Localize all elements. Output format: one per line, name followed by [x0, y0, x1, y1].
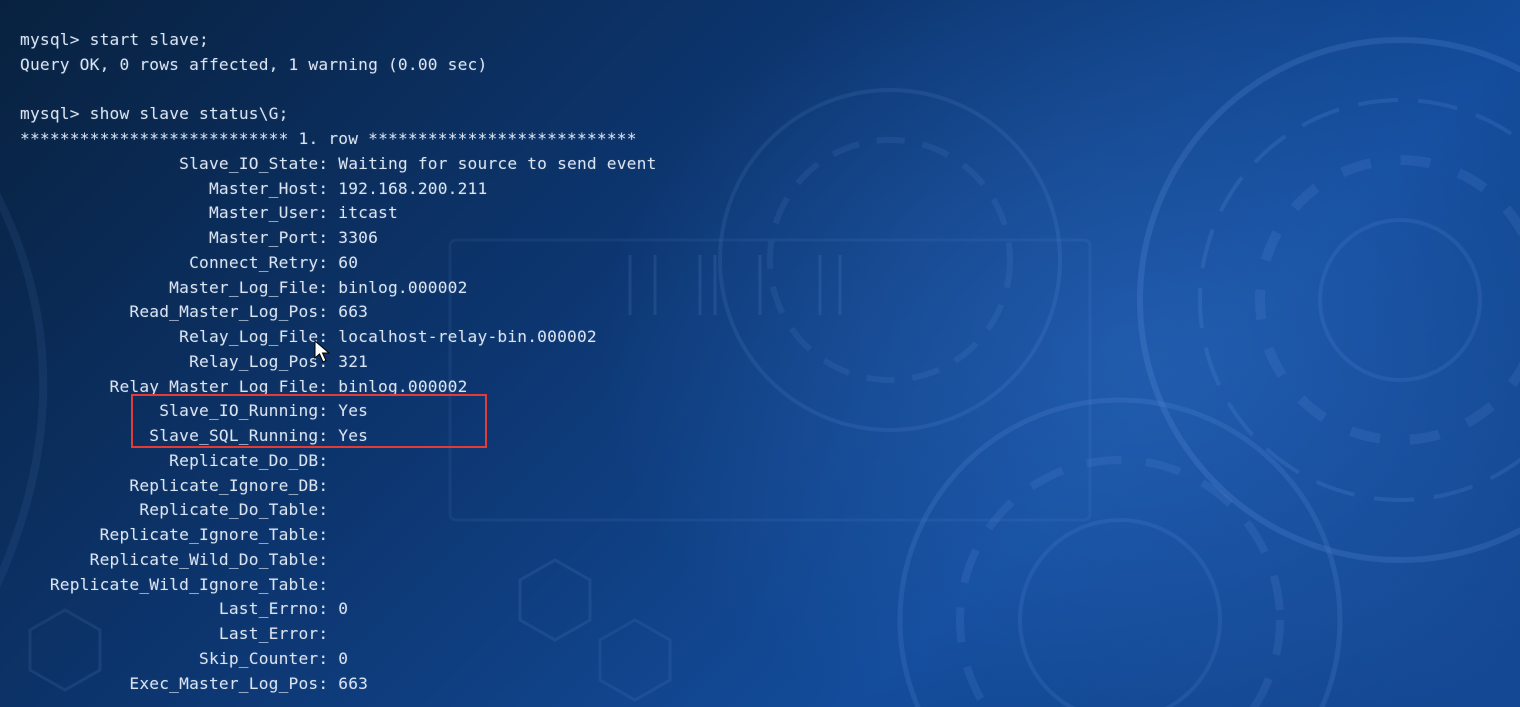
prompt: mysql>: [20, 104, 80, 123]
command-show-slave-status: show slave status\G;: [90, 104, 289, 123]
row-separator: ***************************: [368, 129, 637, 148]
prompt: mysql>: [20, 30, 80, 49]
row-separator: ***************************: [20, 129, 289, 148]
slave-status-fields: Slave_IO_State: Waiting for source to se…: [20, 154, 657, 693]
row-label: 1. row: [299, 129, 359, 148]
command-start-slave: start slave;: [90, 30, 209, 49]
query-ok-response: Query OK, 0 rows affected, 1 warning (0.…: [20, 55, 487, 74]
terminal-output[interactable]: mysql> start slave; Query OK, 0 rows aff…: [0, 0, 1520, 696]
